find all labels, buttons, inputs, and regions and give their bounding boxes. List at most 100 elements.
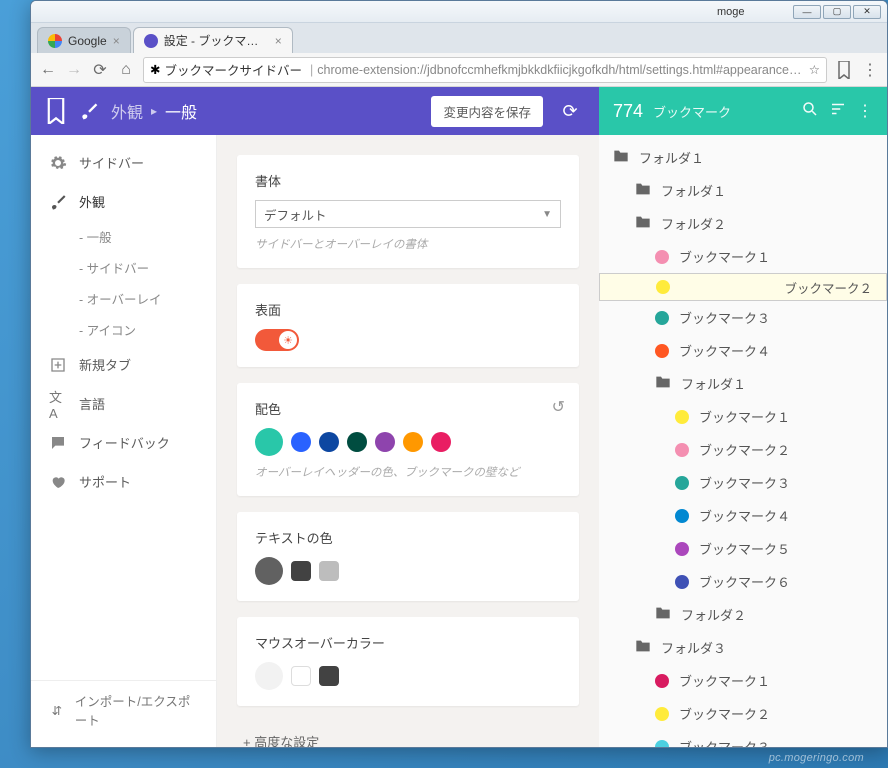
watermark: pc.mogeringo.com [769,752,864,764]
bookmark-row[interactable]: ブックマーク３ [599,730,887,747]
url-title: ブックマークサイドバー [160,60,306,79]
tab-label: Google [68,34,107,48]
back-button[interactable]: ← [39,61,57,79]
forward-button[interactable]: → [65,61,83,79]
crumb-appearance[interactable]: 外観 [111,99,143,123]
bookmark-count: 774 [613,101,643,122]
card-surface: 表面 ☀ [237,284,579,367]
color-swatch[interactable] [291,432,311,452]
sort-icon[interactable] [829,100,847,123]
bookmark-row[interactable]: ブックマーク１ [599,664,887,697]
color-swatch[interactable] [291,666,311,686]
color-swatch[interactable] [319,666,339,686]
sidebar-item-sidebar[interactable]: サイドバー [31,143,216,182]
menu-icon[interactable]: ⋮ [857,101,873,121]
bookmark-row[interactable]: ブックマーク２ [599,433,887,466]
sidebar-import-export[interactable]: ⇵インポート/エクスポート [31,680,216,739]
chevron-right-icon: ▸ [151,104,157,118]
tab-settings[interactable]: 設定 - ブックマークサイ × [133,27,293,53]
window-min-button[interactable]: — [793,5,821,19]
window-max-button[interactable]: ▢ [823,5,851,19]
font-select[interactable]: デフォルト▼ [255,200,561,228]
advanced-settings[interactable]: + 高度な設定 [237,722,579,747]
folder-row[interactable]: フォルダ３ [599,631,887,664]
bookmark-row[interactable]: ブックマーク４ [599,334,887,367]
bookmark-dot-icon [655,344,669,358]
sidebar-sub-overlay[interactable]: - オーバーレイ [31,283,216,314]
scheme-hint: オーバーレイヘッダーの色、ブックマークの壁など [255,464,561,480]
bookmark-row[interactable]: ブックマーク３ [599,466,887,499]
home-button[interactable]: ⌂ [117,61,135,79]
tree-label: ブックマーク３ [699,473,790,492]
sidebar-sub-sidebar[interactable]: - サイドバー [31,252,216,283]
color-swatch[interactable] [431,432,451,452]
tab-google[interactable]: Google × [37,27,131,53]
tree-label: ブックマーク６ [699,572,790,591]
tab-close-icon[interactable]: × [275,34,282,48]
color-swatch[interactable] [255,557,283,585]
bookmark-row[interactable]: ブックマーク６ [599,565,887,598]
sidebar-sub-general[interactable]: - 一般 [31,221,216,252]
bookmark-dot-icon [675,410,689,424]
tree-label: ブックマーク４ [679,341,770,360]
settings-app: 外観 ▸ 一般 変更内容を保存 ⟳ サイドバー 外観 - 一般 - サイドバー … [31,87,599,747]
sidebar-item-appearance[interactable]: 外観 [31,182,216,221]
sidebar-sub-icon[interactable]: - アイコン [31,314,216,345]
card-text-color: テキストの色 [237,512,579,601]
search-icon[interactable] [801,100,819,123]
color-swatch[interactable] [255,428,283,456]
tab-label: 設定 - ブックマークサイ [164,32,269,49]
sidebar-item-newtab[interactable]: 新規タブ [31,345,216,384]
reset-icon[interactable]: ↺ [552,397,565,417]
bookmark-dot-icon [675,542,689,556]
bookmark-row[interactable]: ブックマーク５ [599,532,887,565]
card-title: 書体 [255,171,561,190]
google-favicon [48,34,62,48]
card-title: 表面 [255,300,561,319]
surface-toggle[interactable]: ☀ [255,329,299,351]
save-button[interactable]: 変更内容を保存 [431,96,543,127]
color-swatch[interactable] [347,432,367,452]
chevron-down-icon: ▼ [542,209,552,220]
folder-row[interactable]: フォルダ１ [599,141,887,174]
folder-row[interactable]: フォルダ２ [599,207,887,240]
tab-close-icon[interactable]: × [113,34,120,48]
card-scheme: ↺ 配色 オーバーレイヘッダーの色、ブックマークの壁など [237,383,579,496]
reload-button[interactable]: ⟳ [91,61,109,79]
sidebar-item-language[interactable]: 文A言語 [31,384,216,423]
folder-row[interactable]: フォルダ１ [599,174,887,207]
bookmark-header: 774 ブックマーク ⋮ [599,87,887,135]
sidebar-item-feedback[interactable]: フィードバック [31,423,216,462]
folder-row[interactable]: フォルダ２ [599,598,887,631]
folder-row[interactable]: フォルダ１ [599,367,887,400]
settings-main: 書体 デフォルト▼ サイドバーとオーバーレイの書体 表面 ☀ ↺ 配色 オーバー… [217,135,599,747]
bookmark-row[interactable]: ブックマーク２ [599,697,887,730]
color-swatch[interactable] [255,662,283,690]
sidebar-item-support[interactable]: サポート [31,462,216,501]
bookmark-row[interactable]: ブックマーク２ [599,273,887,301]
reload-icon[interactable]: ⟳ [555,101,585,122]
sun-icon: ☀ [279,331,297,349]
tree-label: ブックマーク１ [679,247,770,266]
color-swatch[interactable] [375,432,395,452]
sidebar-label: サイドバー [79,153,144,172]
bookmark-dot-icon [655,740,669,748]
bookmark-row[interactable]: ブックマーク１ [599,400,887,433]
folder-icon [655,606,671,623]
settings-sidebar: サイドバー 外観 - 一般 - サイドバー - オーバーレイ - アイコン 新規… [31,135,217,747]
bookmark-icon[interactable] [835,61,853,79]
url-bar[interactable]: ✱ ブックマークサイドバー | chrome-extension://jdbno… [143,57,827,83]
bookmark-row[interactable]: ブックマーク１ [599,240,887,273]
window-close-button[interactable]: ✕ [853,5,881,19]
url-path: chrome-extension://jdbnofccmhefkmjbkkdkf… [317,63,809,77]
bookmark-row[interactable]: ブックマーク４ [599,499,887,532]
bookmark-label: ブックマーク [653,102,731,121]
scheme-swatches [255,428,561,456]
color-swatch[interactable] [319,432,339,452]
star-icon[interactable]: ☆ [809,62,820,77]
bookmark-row[interactable]: ブックマーク３ [599,301,887,334]
color-swatch[interactable] [403,432,423,452]
menu-icon[interactable]: ⋮ [861,61,879,79]
color-swatch[interactable] [291,561,311,581]
color-swatch[interactable] [319,561,339,581]
